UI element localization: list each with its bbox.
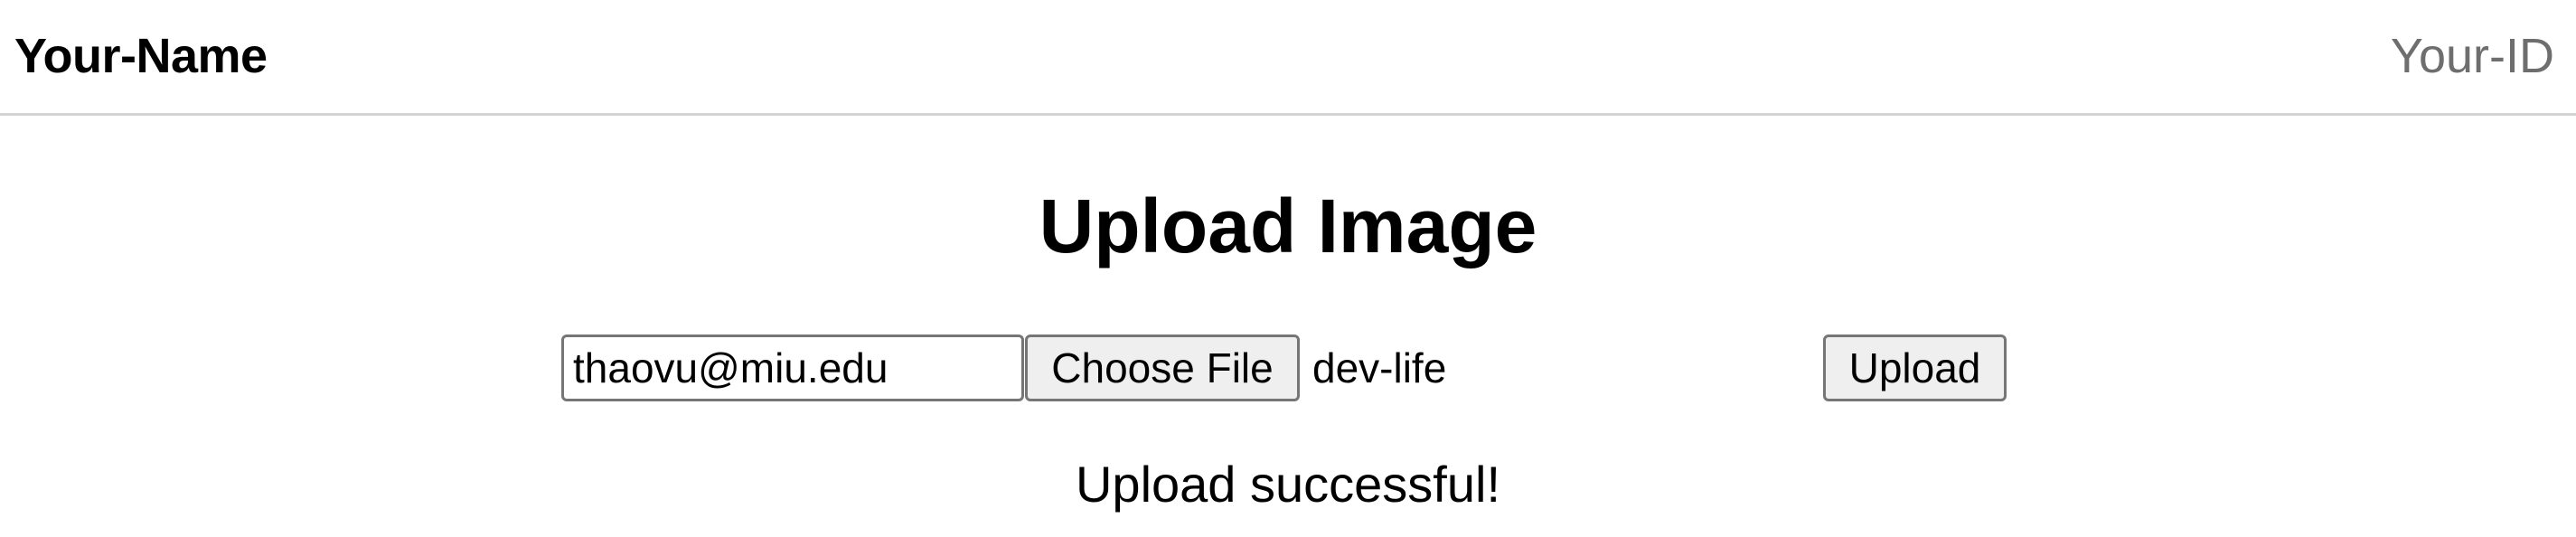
- choose-file-button[interactable]: Choose File: [1025, 334, 1300, 401]
- page-title: Upload Image: [1039, 184, 1537, 268]
- upload-button[interactable]: Upload: [1823, 334, 2007, 401]
- user-id-label: Your-ID: [2390, 29, 2554, 83]
- status-message: Upload successful!: [1075, 456, 1500, 513]
- email-input[interactable]: [561, 334, 1024, 401]
- top-header: Your-Name Your-ID: [0, 0, 2576, 116]
- upload-form: Choose File dev-life Upload: [0, 334, 2576, 403]
- selected-file-name: dev-life: [1312, 344, 1447, 391]
- user-name-label: Your-Name: [14, 29, 268, 83]
